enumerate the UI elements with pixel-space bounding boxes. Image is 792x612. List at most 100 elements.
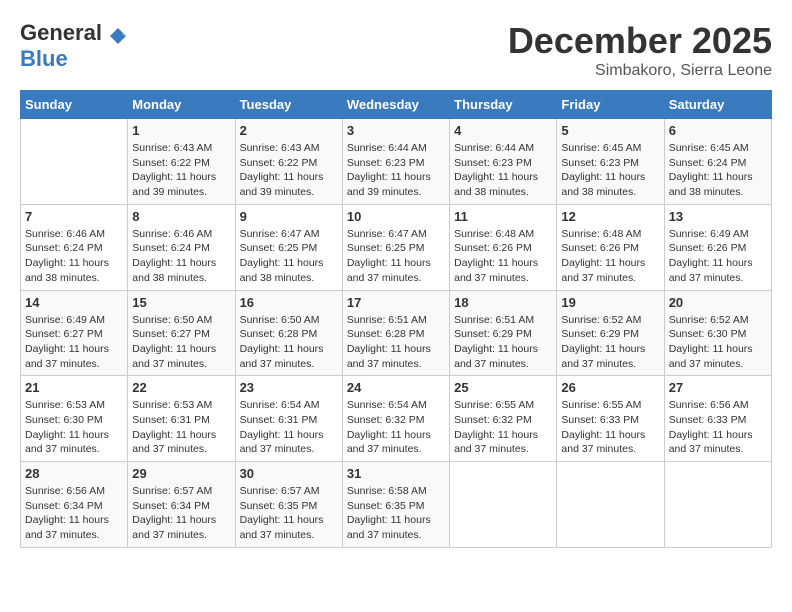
day-cell: 19Sunrise: 6:52 AM Sunset: 6:29 PM Dayli… — [557, 290, 664, 376]
day-info: Sunrise: 6:57 AM Sunset: 6:35 PM Dayligh… — [240, 484, 338, 543]
day-number: 9 — [240, 209, 338, 224]
day-cell: 13Sunrise: 6:49 AM Sunset: 6:26 PM Dayli… — [664, 204, 771, 290]
day-number: 17 — [347, 295, 445, 310]
day-number: 5 — [561, 123, 659, 138]
day-number: 4 — [454, 123, 552, 138]
page-header: General Blue December 2025 Simbakoro, Si… — [20, 20, 772, 80]
day-info: Sunrise: 6:51 AM Sunset: 6:28 PM Dayligh… — [347, 313, 445, 372]
location-subtitle: Simbakoro, Sierra Leone — [508, 62, 772, 80]
day-info: Sunrise: 6:48 AM Sunset: 6:26 PM Dayligh… — [454, 227, 552, 286]
weekday-header-wednesday: Wednesday — [342, 91, 449, 119]
day-info: Sunrise: 6:54 AM Sunset: 6:32 PM Dayligh… — [347, 398, 445, 457]
day-cell: 28Sunrise: 6:56 AM Sunset: 6:34 PM Dayli… — [21, 462, 128, 548]
day-info: Sunrise: 6:45 AM Sunset: 6:24 PM Dayligh… — [669, 141, 767, 200]
day-cell: 5 Sunrise: 6:45 AM Sunset: 6:23 PM Daylig… — [557, 119, 664, 205]
day-cell: 20 Sunrise: 6:52 AM Sunset: 6:30 PM Dayli… — [664, 290, 771, 376]
weekday-header-friday: Friday — [557, 91, 664, 119]
day-info: Sunrise: 6:55 AM Sunset: 6:32 PM Dayligh… — [454, 398, 552, 457]
day-cell: 4 Sunrise: 6:44 AM Sunset: 6:23 PM Daylig… — [450, 119, 557, 205]
day-number: 6 — [669, 123, 767, 138]
day-number: 14 — [25, 295, 123, 310]
day-number: 25 — [454, 380, 552, 395]
day-info: Sunrise: 6:56 AM Sunset: 6:34 PM Dayligh… — [25, 484, 123, 543]
week-row-4: 21Sunrise: 6:53 AM Sunset: 6:30 PM Dayli… — [21, 376, 772, 462]
day-info: Sunrise: 6:43 AM Sunset: 6:22 PM Dayligh… — [240, 141, 338, 200]
day-cell: 2 Sunrise: 6:43 AM Sunset: 6:22 PM Daylig… — [235, 119, 342, 205]
day-number: 23 — [240, 380, 338, 395]
day-info: Sunrise: 6:57 AM Sunset: 6:34 PM Dayligh… — [132, 484, 230, 543]
day-info: Sunrise: 6:58 AM Sunset: 6:35 PM Dayligh… — [347, 484, 445, 543]
day-info: Sunrise: 6:46 AM Sunset: 6:24 PM Dayligh… — [25, 227, 123, 286]
day-number: 2 — [240, 123, 338, 138]
day-number: 29 — [132, 466, 230, 481]
logo-text: General — [20, 20, 128, 46]
day-info: Sunrise: 6:52 AM Sunset: 6:29 PM Dayligh… — [561, 313, 659, 372]
day-cell: 22 Sunrise: 6:53 AM Sunset: 6:31 PM Dayli… — [128, 376, 235, 462]
day-cell: 10 Sunrise: 6:47 AM Sunset: 6:25 PM Dayli… — [342, 204, 449, 290]
logo: General Blue — [20, 20, 128, 72]
day-cell: 14 Sunrise: 6:49 AM Sunset: 6:27 PM Dayli… — [21, 290, 128, 376]
day-number: 30 — [240, 466, 338, 481]
day-cell: 25 Sunrise: 6:55 AM Sunset: 6:32 PM Dayli… — [450, 376, 557, 462]
day-cell: 24 Sunrise: 6:54 AM Sunset: 6:32 PM Dayli… — [342, 376, 449, 462]
day-info: Sunrise: 6:50 AM Sunset: 6:28 PM Dayligh… — [240, 313, 338, 372]
day-number: 26 — [561, 380, 659, 395]
day-number: 15 — [132, 295, 230, 310]
day-cell: 9 Sunrise: 6:47 AM Sunset: 6:25 PM Daylig… — [235, 204, 342, 290]
day-cell: 7 Sunrise: 6:46 AM Sunset: 6:24 PM Daylig… — [21, 204, 128, 290]
day-number: 10 — [347, 209, 445, 224]
day-number: 18 — [454, 295, 552, 310]
day-cell — [450, 462, 557, 548]
day-info: Sunrise: 6:45 AM Sunset: 6:23 PM Dayligh… — [561, 141, 659, 200]
week-row-2: 7 Sunrise: 6:46 AM Sunset: 6:24 PM Daylig… — [21, 204, 772, 290]
day-cell: 1Sunrise: 6:43 AM Sunset: 6:22 PM Daylig… — [128, 119, 235, 205]
day-info: Sunrise: 6:54 AM Sunset: 6:31 PM Dayligh… — [240, 398, 338, 457]
day-cell: 3Sunrise: 6:44 AM Sunset: 6:23 PM Daylig… — [342, 119, 449, 205]
day-number: 27 — [669, 380, 767, 395]
day-info: Sunrise: 6:52 AM Sunset: 6:30 PM Dayligh… — [669, 313, 767, 372]
day-info: Sunrise: 6:50 AM Sunset: 6:27 PM Dayligh… — [132, 313, 230, 372]
day-info: Sunrise: 6:55 AM Sunset: 6:33 PM Dayligh… — [561, 398, 659, 457]
day-number: 16 — [240, 295, 338, 310]
month-title: December 2025 — [508, 20, 772, 62]
day-cell: 11 Sunrise: 6:48 AM Sunset: 6:26 PM Dayli… — [450, 204, 557, 290]
day-cell: 15 Sunrise: 6:50 AM Sunset: 6:27 PM Dayli… — [128, 290, 235, 376]
day-number: 12 — [561, 209, 659, 224]
day-cell: 26 Sunrise: 6:55 AM Sunset: 6:33 PM Dayli… — [557, 376, 664, 462]
day-cell: 6 Sunrise: 6:45 AM Sunset: 6:24 PM Daylig… — [664, 119, 771, 205]
day-info: Sunrise: 6:51 AM Sunset: 6:29 PM Dayligh… — [454, 313, 552, 372]
day-cell: 31 Sunrise: 6:58 AM Sunset: 6:35 PM Dayli… — [342, 462, 449, 548]
day-number: 22 — [132, 380, 230, 395]
day-number: 31 — [347, 466, 445, 481]
day-cell: 27 Sunrise: 6:56 AM Sunset: 6:33 PM Dayli… — [664, 376, 771, 462]
day-info: Sunrise: 6:47 AM Sunset: 6:25 PM Dayligh… — [240, 227, 338, 286]
day-info: Sunrise: 6:53 AM Sunset: 6:31 PM Dayligh… — [132, 398, 230, 457]
day-info: Sunrise: 6:49 AM Sunset: 6:27 PM Dayligh… — [25, 313, 123, 372]
weekday-header-row: SundayMondayTuesdayWednesdayThursdayFrid… — [21, 91, 772, 119]
day-info: Sunrise: 6:47 AM Sunset: 6:25 PM Dayligh… — [347, 227, 445, 286]
day-cell: 23 Sunrise: 6:54 AM Sunset: 6:31 PM Dayli… — [235, 376, 342, 462]
day-cell: 12Sunrise: 6:48 AM Sunset: 6:26 PM Dayli… — [557, 204, 664, 290]
day-number: 24 — [347, 380, 445, 395]
calendar-table: SundayMondayTuesdayWednesdayThursdayFrid… — [20, 90, 772, 548]
day-cell: 18 Sunrise: 6:51 AM Sunset: 6:29 PM Dayli… — [450, 290, 557, 376]
day-info: Sunrise: 6:56 AM Sunset: 6:33 PM Dayligh… — [669, 398, 767, 457]
day-cell: 29 Sunrise: 6:57 AM Sunset: 6:34 PM Dayli… — [128, 462, 235, 548]
day-number: 7 — [25, 209, 123, 224]
logo-general: General — [20, 20, 102, 45]
day-cell: 8 Sunrise: 6:46 AM Sunset: 6:24 PM Daylig… — [128, 204, 235, 290]
week-row-1: 1Sunrise: 6:43 AM Sunset: 6:22 PM Daylig… — [21, 119, 772, 205]
day-number: 8 — [132, 209, 230, 224]
day-number: 20 — [669, 295, 767, 310]
day-cell — [21, 119, 128, 205]
week-row-5: 28Sunrise: 6:56 AM Sunset: 6:34 PM Dayli… — [21, 462, 772, 548]
day-cell: 17 Sunrise: 6:51 AM Sunset: 6:28 PM Dayli… — [342, 290, 449, 376]
logo-blue: Blue — [20, 46, 68, 72]
day-cell — [664, 462, 771, 548]
day-cell: 21Sunrise: 6:53 AM Sunset: 6:30 PM Dayli… — [21, 376, 128, 462]
day-info: Sunrise: 6:44 AM Sunset: 6:23 PM Dayligh… — [454, 141, 552, 200]
weekday-header-sunday: Sunday — [21, 91, 128, 119]
day-number: 11 — [454, 209, 552, 224]
weekday-header-tuesday: Tuesday — [235, 91, 342, 119]
day-info: Sunrise: 6:46 AM Sunset: 6:24 PM Dayligh… — [132, 227, 230, 286]
